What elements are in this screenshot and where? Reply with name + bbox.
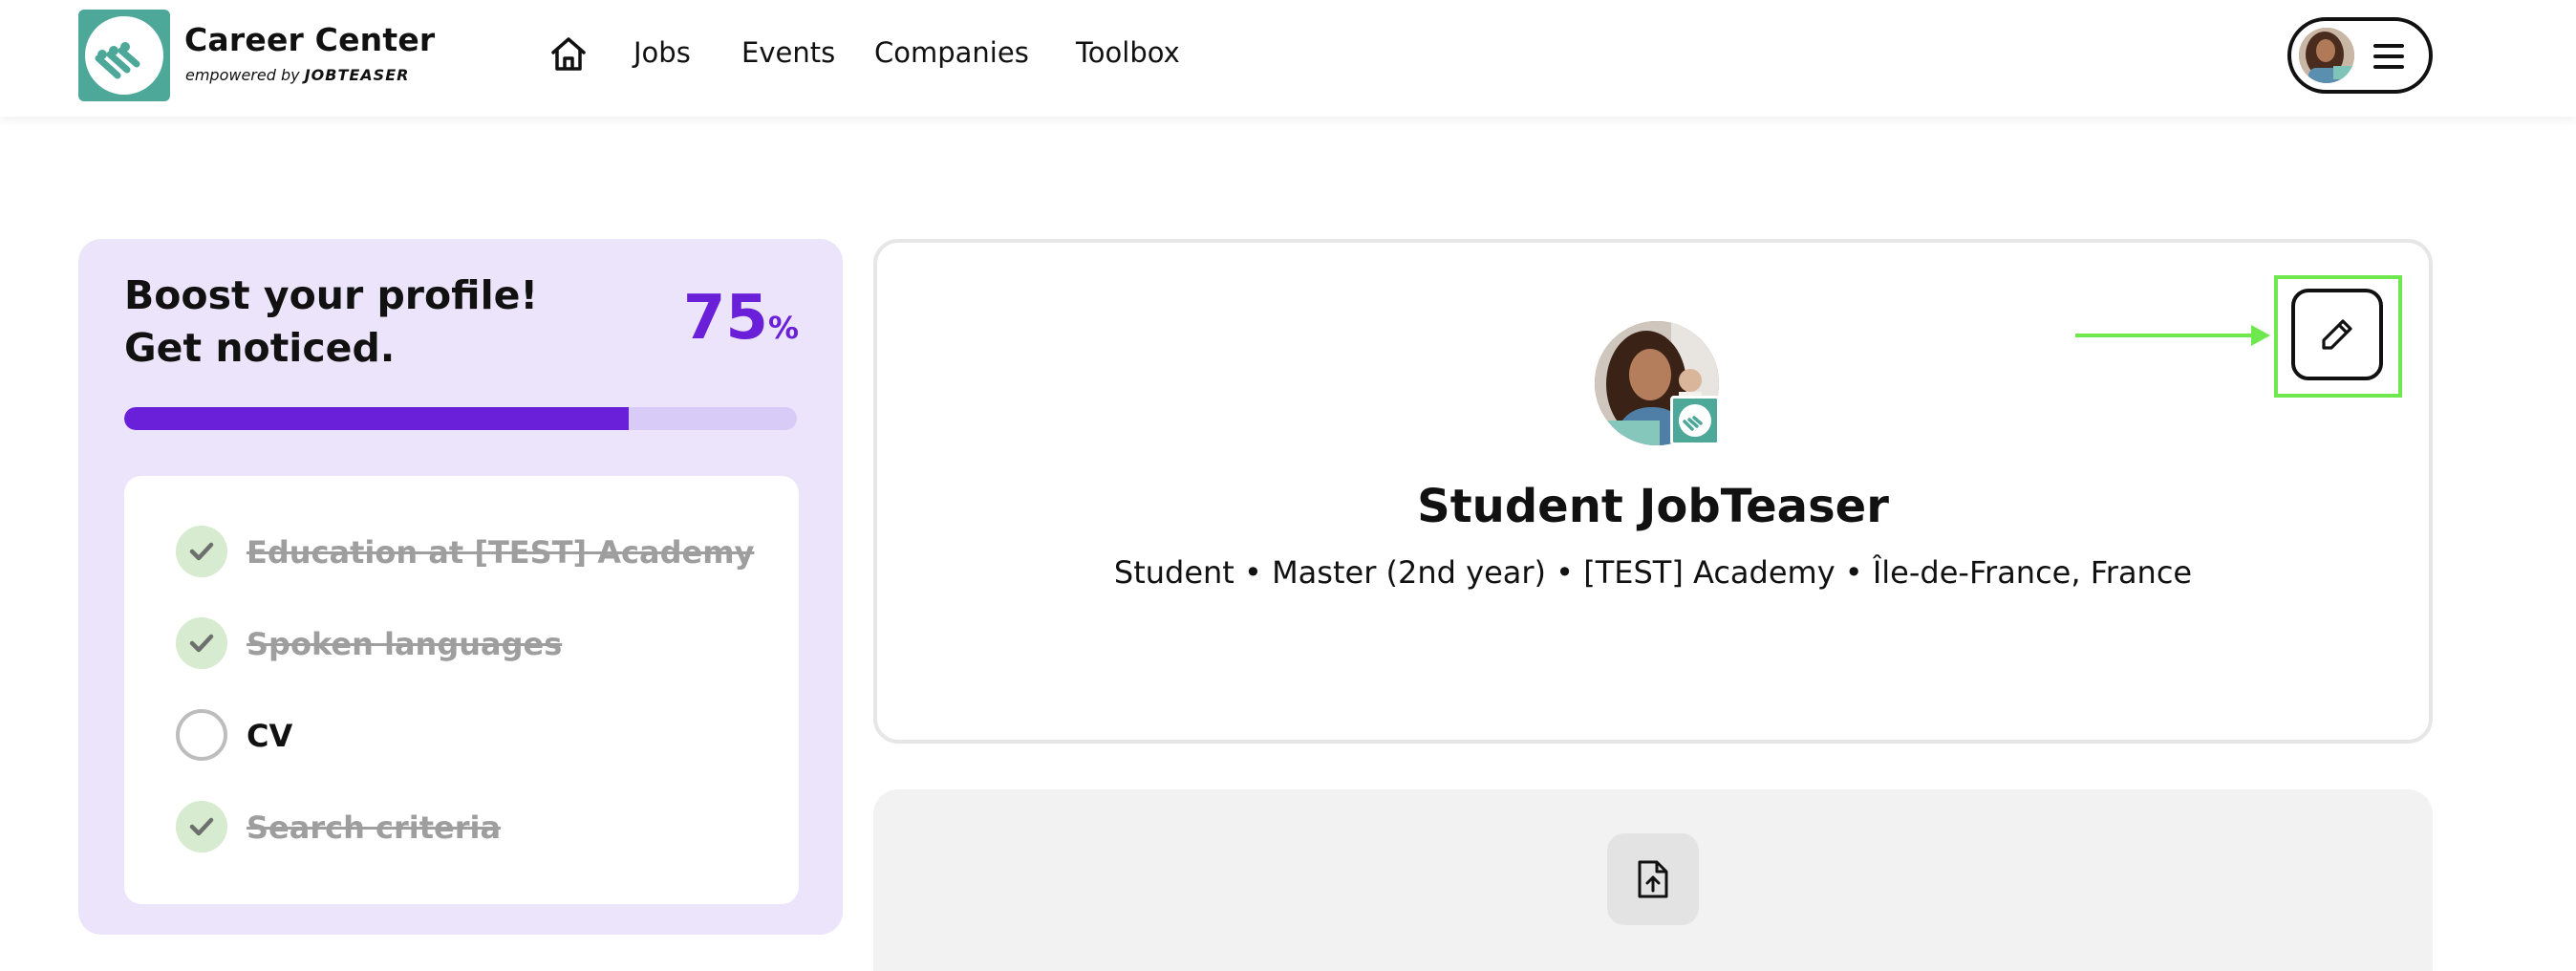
check-done-icon <box>176 526 227 577</box>
logo-circle <box>85 16 163 95</box>
hamburger-icon <box>2373 44 2404 69</box>
profile-completion-card: Boost your profile! Get noticed. 75% Edu… <box>78 239 843 935</box>
checklist-label: CV <box>247 718 293 754</box>
upload-cv-button[interactable] <box>1607 833 1699 925</box>
completion-progress-fill <box>124 407 629 430</box>
nav-toolbox[interactable]: Toolbox <box>1076 36 1180 69</box>
checklist-item-languages[interactable]: Spoken languages <box>176 617 768 669</box>
brand-sub-prefix: empowered by <box>185 66 300 84</box>
cv-upload-card <box>873 789 2433 971</box>
checklist-label: Spoken languages <box>247 626 563 662</box>
checklist-item-cv[interactable]: CV <box>176 709 768 761</box>
top-header: Career Center empowered by JOBTEASER Job… <box>0 0 2576 117</box>
nav-companies[interactable]: Companies <box>874 36 1029 69</box>
brand-sub-name: JOBTEASER <box>304 66 410 84</box>
check-done-icon <box>176 617 227 669</box>
career-center-logo[interactable] <box>78 10 170 101</box>
checklist-item-education[interactable]: Education at [TEST] Academy <box>176 526 768 577</box>
edit-profile-button[interactable] <box>2291 289 2383 380</box>
nav-jobs[interactable]: Jobs <box>633 36 691 69</box>
nav-events[interactable]: Events <box>741 36 835 69</box>
annotation-arrow-icon <box>2075 325 2270 346</box>
checklist-label: Education at [TEST] Academy <box>247 534 755 571</box>
completion-percent-unit: % <box>767 310 799 346</box>
file-upload-icon <box>1638 860 1668 898</box>
home-icon[interactable] <box>548 34 589 75</box>
boost-title: Boost your profile! Get noticed. <box>124 272 539 371</box>
checklist-item-search-criteria[interactable]: Search criteria <box>176 801 768 852</box>
checklist-label: Search criteria <box>247 809 502 846</box>
logo-mark-icon <box>95 42 140 79</box>
pencil-icon <box>2322 319 2352 350</box>
completion-progress-bar <box>124 407 797 430</box>
profile-name: Student JobTeaser <box>1417 480 1889 533</box>
user-menu-button[interactable] <box>2287 17 2433 94</box>
profile-details: Student • Master (2nd year) • [TEST] Aca… <box>1113 554 2193 591</box>
user-avatar <box>2299 28 2354 83</box>
check-empty-icon <box>176 709 227 761</box>
brand-subtitle: empowered by JOBTEASER <box>185 66 409 84</box>
check-done-icon <box>176 801 227 852</box>
brand-title: Career Center <box>184 21 436 58</box>
completion-checklist: Education at [TEST] Academy Spoken langu… <box>124 476 799 904</box>
profile-header-card: Student JobTeaser Student • Master (2nd … <box>873 239 2433 744</box>
completion-percent-value: 75 <box>682 283 768 354</box>
completion-percent: 75% <box>683 283 799 354</box>
school-badge-icon <box>1670 396 1720 445</box>
